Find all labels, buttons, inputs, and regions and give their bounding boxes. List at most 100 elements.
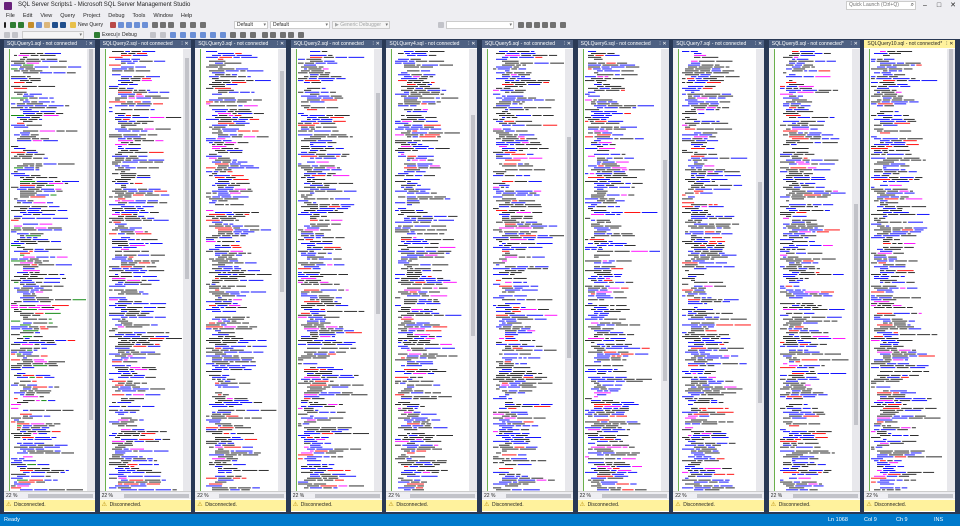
close-icon[interactable]: ✕ xyxy=(758,40,762,48)
tab-query-document[interactable]: SQLQuery2.sql - not connected ⫶ ✕ xyxy=(99,40,191,48)
vertical-scrollbar[interactable] xyxy=(87,49,95,491)
query-editor-pane[interactable]: SQLQuery5.sql - not connected ⫶ ✕ 22 % ⚠ Disc… xyxy=(482,40,573,512)
vertical-scrollbar[interactable] xyxy=(373,49,382,491)
menu-edit[interactable]: Edit xyxy=(23,12,32,20)
pin-icon[interactable]: ⫶ xyxy=(946,40,947,48)
execute-icon[interactable] xyxy=(94,32,100,38)
scrollbar-thumb[interactable] xyxy=(949,49,954,270)
zoom-level[interactable]: 22 % xyxy=(771,492,782,500)
new-query-icon[interactable] xyxy=(70,22,76,28)
vertical-scrollbar[interactable] xyxy=(565,49,573,491)
horizontal-scrollbar[interactable] xyxy=(410,494,476,498)
sql-code-editor[interactable] xyxy=(11,49,86,491)
tab-query-document[interactable]: SQLQuery3.sql - not connected ⫶ ✕ xyxy=(195,40,287,48)
sql-code-editor[interactable] xyxy=(584,49,660,491)
connect-icon[interactable] xyxy=(4,32,10,38)
uncomment-icon[interactable] xyxy=(270,32,276,38)
query-editor-pane[interactable]: SQLQuery8.sql - not connected* ⫶ ✕ 22 % ⚠ Dis… xyxy=(768,40,860,512)
scrollbar-thumb[interactable] xyxy=(89,49,93,421)
tab-query-document[interactable]: SQLQuery7.sql - not connected ⫶ ✕ xyxy=(673,40,765,48)
vertical-scrollbar[interactable] xyxy=(851,49,860,491)
horizontal-scrollbar[interactable] xyxy=(314,494,380,498)
undo-icon[interactable] xyxy=(180,22,186,28)
scrollbar-thumb[interactable] xyxy=(280,71,285,293)
scrollbar-thumb[interactable] xyxy=(758,181,763,403)
vertical-scrollbar[interactable] xyxy=(660,49,669,491)
new-file-icon[interactable] xyxy=(36,22,42,28)
query-editor-pane[interactable]: SQLQuery2.sql - not connected ⫶ ✕ 22 % ⚠ Disc… xyxy=(290,40,382,512)
tab-query-document[interactable]: SQLQuery6.sql - not connected ⫶ ✕ xyxy=(577,40,669,48)
query-designer-icon[interactable] xyxy=(180,32,186,38)
solution-configuration-select[interactable]: Default ▾ xyxy=(234,21,268,29)
zoom-level[interactable]: 22 % xyxy=(484,492,495,500)
pin-icon[interactable]: ⫶ xyxy=(468,40,469,48)
dmx-query-icon[interactable] xyxy=(134,22,140,28)
sql-code-editor[interactable] xyxy=(297,49,373,491)
quick-launch-input[interactable]: Quick Launch (Ctrl+Q) ⌕ xyxy=(846,1,916,10)
menu-help[interactable]: Help xyxy=(181,12,192,20)
specify-values-icon[interactable] xyxy=(298,32,304,38)
zoom-level[interactable]: 22 % xyxy=(6,492,17,500)
horizontal-scrollbar[interactable] xyxy=(792,494,858,498)
solution-config-icon[interactable] xyxy=(200,22,206,28)
client-stats-icon[interactable] xyxy=(220,32,226,38)
menu-query[interactable]: Query xyxy=(60,12,75,20)
pin-icon[interactable]: ⫶ xyxy=(181,40,182,48)
new-query-button[interactable]: New Query xyxy=(78,21,103,29)
pin-icon[interactable]: ⫶ xyxy=(564,40,565,48)
close-icon[interactable]: ✕ xyxy=(949,40,953,48)
template-explorer-icon[interactable] xyxy=(542,22,548,28)
query-editor-pane[interactable]: SQLQuery10.sql - not connected* ⫶ ✕ 22 % ⚠ Di… xyxy=(864,40,956,512)
results-to-text-icon[interactable] xyxy=(230,32,236,38)
paste-icon[interactable] xyxy=(168,22,174,28)
toolbar-options-icon[interactable] xyxy=(560,22,566,28)
scrollbar-thumb[interactable] xyxy=(567,137,571,359)
close-icon[interactable]: ✕ xyxy=(471,40,475,48)
solution-platform-select[interactable]: Default ▾ xyxy=(270,21,330,29)
scrollbar-thumb[interactable] xyxy=(853,203,858,425)
zoom-level[interactable]: 22 % xyxy=(388,492,399,500)
mdx-query-icon[interactable] xyxy=(126,22,132,28)
vertical-scrollbar[interactable] xyxy=(182,49,191,491)
vertical-scrollbar[interactable] xyxy=(756,49,765,491)
menu-window[interactable]: Window xyxy=(153,12,173,20)
debug-button[interactable]: Debug xyxy=(122,31,137,39)
tab-query-document[interactable]: SQLQuery5.sql - not connected ⫶ ✕ xyxy=(482,40,573,48)
pin-icon[interactable]: ⫶ xyxy=(86,40,87,48)
sql-code-editor[interactable] xyxy=(489,49,564,491)
results-to-grid-icon[interactable] xyxy=(240,32,246,38)
back-icon[interactable] xyxy=(10,22,16,28)
available-databases-select[interactable]: ▾ xyxy=(22,31,84,39)
horizontal-scrollbar[interactable] xyxy=(888,494,954,498)
find-icon[interactable] xyxy=(438,22,444,28)
horizontal-scrollbar[interactable] xyxy=(219,494,285,498)
redo-icon[interactable] xyxy=(190,22,196,28)
scrollbar-thumb[interactable] xyxy=(184,57,189,279)
zoom-level[interactable]: 22 % xyxy=(580,492,591,500)
actual-plan-icon[interactable] xyxy=(210,32,216,38)
find-in-files-icon[interactable] xyxy=(518,22,524,28)
save-all-icon[interactable] xyxy=(60,22,66,28)
query-editor-pane[interactable]: SQLQuery3.sql - not connected ⫶ ✕ 22 % ⚠ Disc… xyxy=(195,40,287,512)
sql-code-editor[interactable] xyxy=(871,49,946,491)
toolbox-icon[interactable] xyxy=(550,22,556,28)
analysis-query-icon[interactable] xyxy=(118,22,124,28)
zoom-level[interactable]: 22 % xyxy=(102,492,113,500)
find-combo[interactable]: ▾ xyxy=(446,21,514,29)
sql-code-editor[interactable] xyxy=(202,49,277,491)
maximize-icon[interactable]: □ xyxy=(932,0,946,12)
copy-icon[interactable] xyxy=(160,22,166,28)
horizontal-scrollbar[interactable] xyxy=(28,494,93,498)
close-icon[interactable]: ✕ xyxy=(89,40,93,48)
change-connection-icon[interactable] xyxy=(12,32,18,38)
zoom-level[interactable]: 22 % xyxy=(675,492,686,500)
menu-file[interactable]: File xyxy=(6,12,15,20)
close-icon[interactable]: ✕ xyxy=(280,40,284,48)
increase-indent-icon[interactable] xyxy=(288,32,294,38)
close-icon[interactable]: ✕ xyxy=(946,0,960,12)
menu-project[interactable]: Project xyxy=(83,12,100,20)
zoom-level[interactable]: 22 % xyxy=(866,492,877,500)
horizontal-scrollbar[interactable] xyxy=(697,494,763,498)
horizontal-scrollbar[interactable] xyxy=(123,494,189,498)
parse-icon[interactable] xyxy=(160,32,166,38)
